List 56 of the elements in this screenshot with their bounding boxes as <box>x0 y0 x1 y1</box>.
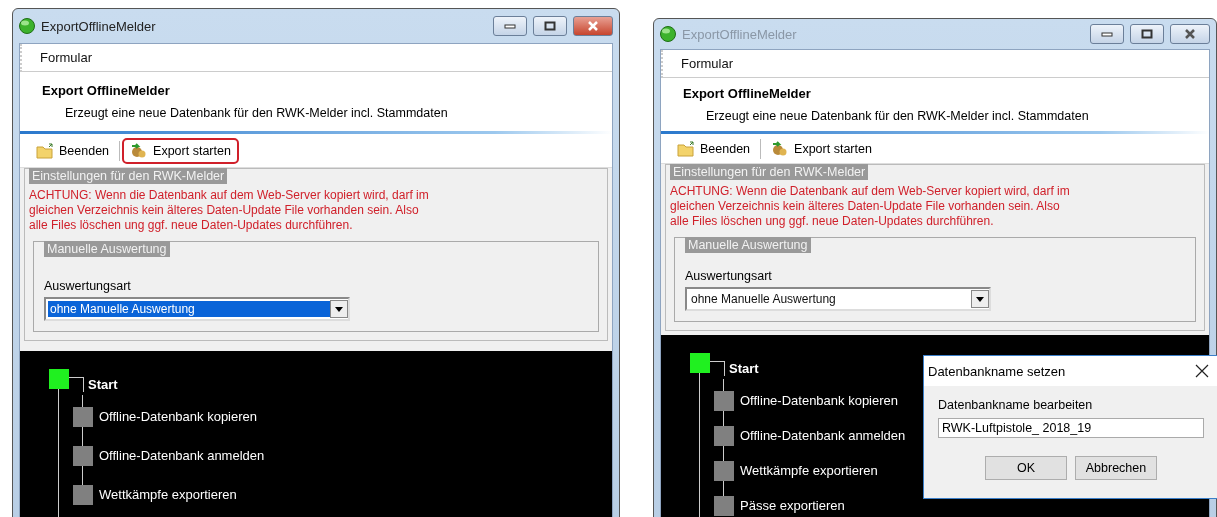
maximize-icon <box>1141 29 1153 39</box>
group-legend: Einstellungen für den RWK-Melder <box>29 168 228 184</box>
dialog-title: Datenbankname setzen <box>928 363 1066 379</box>
folder-icon <box>36 142 54 159</box>
field-label: Datenbankname bearbeiten <box>938 398 1094 412</box>
step-label: Start <box>729 360 759 378</box>
field-label: Auswertungsart <box>44 279 132 293</box>
form-description: Erzeugt eine neue Datenbank für den RWK-Melder incl. Stammdaten <box>64 106 449 120</box>
export-button[interactable]: Export starten <box>122 137 239 164</box>
dropdown-value: ohne Manuelle Auswertung <box>690 291 837 307</box>
warning-text: ACHTUNG: Wenn die Datenbank auf dem Web-Server kopiert wird, darf im gleichen Verzeichnis kein älteres Daten-Update File vorhanden sein. Also alle Files löschen ung ggf. neue Daten-Updates durchführen. <box>670 184 1071 229</box>
menu-item[interactable]: Formular <box>675 56 739 71</box>
step-label: Pässe exportieren <box>740 497 845 515</box>
input-field[interactable]: RWK-Luftpistole_ 2018_19 <box>938 418 1204 438</box>
minimize-button[interactable] <box>1090 24 1124 44</box>
group-legend: Manuelle Auswertung <box>44 241 170 257</box>
window-title: ExportOfflineMelder <box>682 26 798 42</box>
step-label: Offline-Datenbank kopieren <box>99 408 258 426</box>
evaluation-dropdown[interactable]: ohne Manuelle Auswertung <box>685 287 991 311</box>
close-icon <box>1194 363 1210 379</box>
step-label: Start <box>88 376 118 394</box>
group-legend: Einstellungen für den RWK-Melder <box>670 164 869 180</box>
step-label: Wettkämpfe exportieren <box>740 462 878 480</box>
maximize-button[interactable] <box>533 16 567 36</box>
dropdown-arrow-button[interactable] <box>971 290 989 308</box>
caret-icon <box>335 306 343 312</box>
step-label: Offline-Datenbank anmelden <box>99 447 265 465</box>
caret-icon <box>976 296 984 302</box>
field-label: Auswertungsart <box>685 269 773 283</box>
ok-button[interactable]: OK <box>985 456 1067 480</box>
group-legend: Manuelle Auswertung <box>685 237 811 253</box>
dropdown-value: ohne Manuelle Auswertung <box>48 301 330 317</box>
step-label: Offline-Datenbank kopieren <box>740 392 899 410</box>
globe-icon <box>660 26 676 42</box>
step-label: Wettkämpfe exportieren <box>99 486 237 504</box>
window-title: ExportOfflineMelder <box>41 18 157 34</box>
cancel-button[interactable]: Abbrechen <box>1075 456 1157 480</box>
close-button[interactable] <box>1170 24 1210 44</box>
form-title: Export OfflineMelder <box>683 86 812 101</box>
close-button[interactable] <box>1194 363 1210 379</box>
maximize-button[interactable] <box>1130 24 1164 44</box>
warning-text: ACHTUNG: Wenn die Datenbank auf dem Web-Server kopiert wird, darf im gleichen Verzeichnis kein älteres Daten-Update File vorhanden sein. Also alle Files löschen ung ggf. neue Daten-Updates durchführen. <box>29 188 430 233</box>
close-icon <box>1184 29 1196 39</box>
close-icon <box>587 21 599 31</box>
folder-icon <box>677 140 695 157</box>
minimize-button[interactable] <box>493 16 527 36</box>
evaluation-dropdown[interactable]: ohne Manuelle Auswertung <box>44 297 350 321</box>
dropdown-arrow-button[interactable] <box>330 300 348 318</box>
menu-item[interactable]: Formular <box>34 50 98 65</box>
maximize-icon <box>544 21 556 31</box>
step-label: Offline-Datenbank anmelden <box>740 427 906 445</box>
globe-icon <box>19 18 35 34</box>
minimize-icon <box>1101 31 1113 37</box>
form-description: Erzeugt eine neue Datenbank für den RWK-Melder incl. Stammdaten <box>705 109 1090 123</box>
form-title: Export OfflineMelder <box>42 83 171 98</box>
minimize-icon <box>504 23 516 29</box>
